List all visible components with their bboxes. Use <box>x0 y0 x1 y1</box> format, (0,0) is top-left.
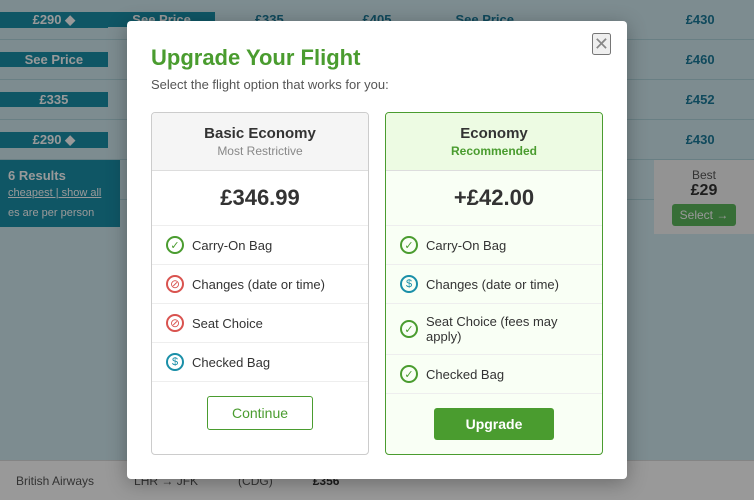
feature-label: Changes (date or time) <box>192 277 325 292</box>
feature-label: Checked Bag <box>192 355 270 370</box>
dollar-icon: $ <box>166 353 184 371</box>
basic-economy-feature-changes: ⊘ Changes (date or time) <box>152 265 368 304</box>
upgrade-button[interactable]: Upgrade <box>434 408 555 440</box>
basic-economy-price: £346.99 <box>152 171 368 226</box>
basic-economy-feature-seat: ⊘ Seat Choice <box>152 304 368 343</box>
basic-economy-feature-checked-bag: $ Checked Bag <box>152 343 368 381</box>
economy-feature-changes: $ Changes (date or time) <box>386 265 602 304</box>
feature-label: Changes (date or time) <box>426 277 559 292</box>
basic-economy-title: Basic Economy <box>160 125 360 142</box>
feature-label: Checked Bag <box>426 367 504 382</box>
feature-label: Carry-On Bag <box>426 238 506 253</box>
basic-economy-card: Basic Economy Most Restrictive £346.99 ✓… <box>151 112 369 455</box>
economy-title: Economy <box>394 125 594 142</box>
dollar-icon: $ <box>400 275 418 293</box>
check-icon: ✓ <box>400 320 418 338</box>
basic-economy-feature-carryon: ✓ Carry-On Bag <box>152 226 368 265</box>
close-button[interactable]: ✕ <box>592 33 611 55</box>
economy-feature-checked-bag: ✓ Checked Bag <box>386 355 602 393</box>
feature-label: Seat Choice (fees may apply) <box>426 314 588 344</box>
economy-price: +£42.00 <box>386 171 602 226</box>
basic-economy-header: Basic Economy Most Restrictive <box>152 113 368 171</box>
modal-subtitle: Select the flight option that works for … <box>151 77 603 92</box>
continue-button[interactable]: Continue <box>207 396 313 430</box>
economy-card: Economy Recommended +£42.00 ✓ Carry-On B… <box>385 112 603 455</box>
economy-subtitle: Recommended <box>394 144 594 158</box>
modal-title: Upgrade Your Flight <box>151 45 603 71</box>
economy-footer: Upgrade <box>386 393 602 454</box>
upgrade-modal: ✕ Upgrade Your Flight Select the flight … <box>127 21 627 479</box>
feature-label: Carry-On Bag <box>192 238 272 253</box>
basic-economy-features: ✓ Carry-On Bag ⊘ Changes (date or time) … <box>152 226 368 381</box>
check-icon: ✓ <box>400 365 418 383</box>
economy-feature-seat: ✓ Seat Choice (fees may apply) <box>386 304 602 355</box>
economy-feature-carryon: ✓ Carry-On Bag <box>386 226 602 265</box>
feature-label: Seat Choice <box>192 316 263 331</box>
check-icon: ✓ <box>166 236 184 254</box>
economy-header: Economy Recommended <box>386 113 602 171</box>
economy-features: ✓ Carry-On Bag $ Changes (date or time) … <box>386 226 602 393</box>
block-icon: ⊘ <box>166 314 184 332</box>
block-icon: ⊘ <box>166 275 184 293</box>
fare-cards-container: Basic Economy Most Restrictive £346.99 ✓… <box>151 112 603 455</box>
basic-economy-footer: Continue <box>152 381 368 444</box>
basic-economy-subtitle: Most Restrictive <box>160 144 360 158</box>
check-icon: ✓ <box>400 236 418 254</box>
